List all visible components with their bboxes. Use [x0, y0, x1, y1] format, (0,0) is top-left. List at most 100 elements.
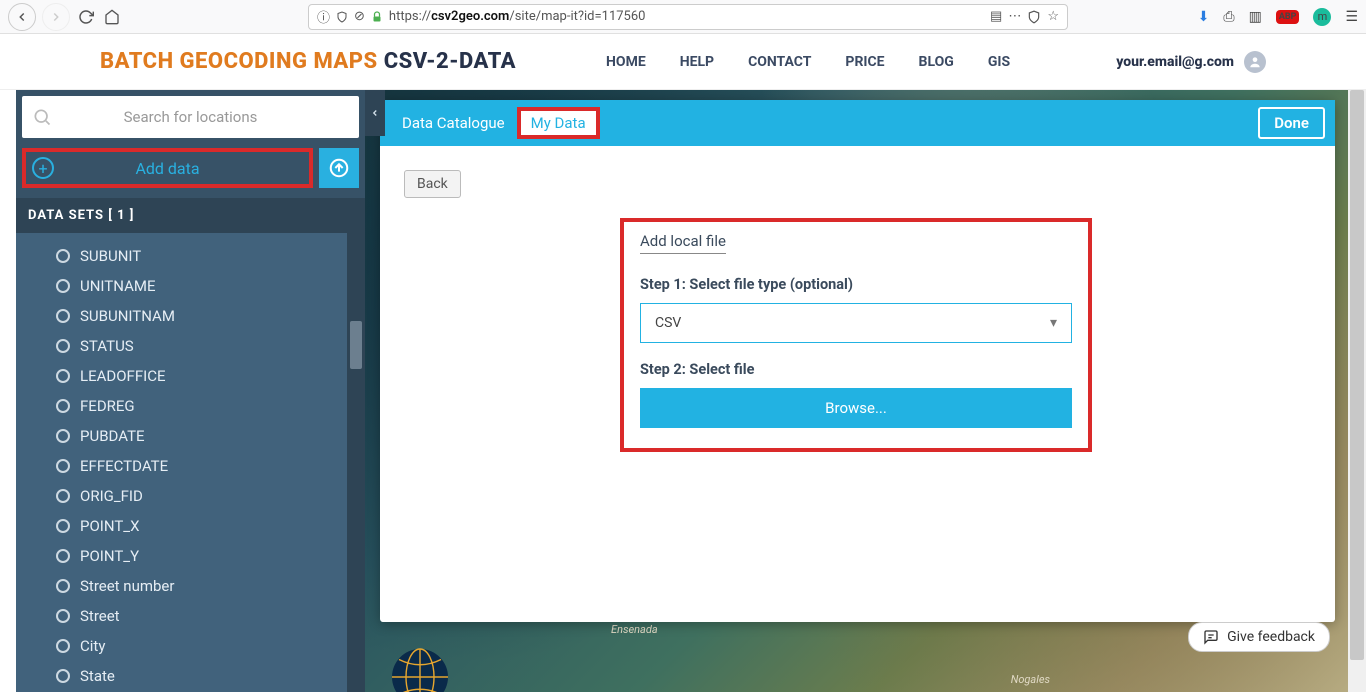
nav-help[interactable]: HELP [680, 54, 714, 70]
shield-icon [336, 11, 348, 23]
radio-icon[interactable] [56, 609, 70, 623]
list-item[interactable]: ORIG_FID [56, 481, 365, 511]
step1-label: Step 1: Select file type (optional) [640, 276, 1072, 293]
site-logo[interactable]: BATCH GEOCODING MAPS CSV-2-DATA [100, 49, 516, 74]
sidebar-icon[interactable]: ▥ [1249, 9, 1262, 25]
lock-icon [371, 11, 383, 23]
done-button[interactable]: Done [1258, 107, 1325, 139]
globe-logo-icon [385, 642, 455, 692]
search-icon [32, 107, 52, 127]
sidebar: Search for locations + Add data DATA SET… [16, 90, 365, 692]
main-nav: HOME HELP CONTACT PRICE BLOG GIS [606, 54, 1010, 70]
abp-icon[interactable]: ABP [1276, 10, 1300, 24]
radio-icon[interactable] [56, 279, 70, 293]
profile-badge-icon[interactable]: m [1313, 8, 1331, 26]
filetype-select[interactable]: CSV ▾ [640, 303, 1072, 343]
nav-home[interactable]: HOME [606, 54, 646, 70]
nav-blog[interactable]: BLOG [919, 54, 954, 70]
list-item[interactable]: PUBDATE [56, 421, 365, 451]
panel-title: Add local file [640, 232, 726, 254]
list-item[interactable]: FEDREG [56, 391, 365, 421]
feedback-button[interactable]: Give feedback [1188, 622, 1330, 652]
map-place-label: Ensenada [611, 623, 658, 636]
sidebar-collapse-button[interactable] [365, 90, 385, 136]
list-item[interactable]: LEADOFFICE [56, 361, 365, 391]
datasets-header[interactable]: DATA SETS [ 1 ] [16, 198, 365, 233]
site-header: BATCH GEOCODING MAPS CSV-2-DATA HOME HEL… [0, 34, 1366, 90]
radio-icon[interactable] [56, 399, 70, 413]
radio-icon[interactable] [56, 249, 70, 263]
list-item[interactable]: POINT_X [56, 511, 365, 541]
upload-button[interactable] [319, 148, 359, 188]
library-icon[interactable]: ⎙ [1223, 9, 1234, 25]
page-scrollbar-track[interactable] [1348, 90, 1366, 692]
browser-toolbar: ⓘ ⊘ https://csv2geo.com/site/map-it?id=1… [0, 0, 1366, 34]
list-item[interactable]: SUBUNIT [56, 241, 365, 271]
list-item[interactable]: SUBUNITNAM [56, 301, 365, 331]
filetype-value: CSV [655, 315, 681, 331]
info-icon: ⓘ [317, 7, 330, 26]
plus-icon: + [32, 157, 54, 179]
user-email: your.email@g.com [1116, 54, 1234, 70]
avatar-icon[interactable] [1244, 51, 1266, 73]
list-item[interactable]: EFFECTDATE [56, 451, 365, 481]
chevron-down-icon: ▾ [1050, 315, 1057, 331]
modal-tabbar: Data Catalogue My Data Done [380, 100, 1335, 146]
back-button[interactable]: Back [404, 170, 461, 198]
search-placeholder: Search for locations [124, 108, 258, 126]
radio-icon[interactable] [56, 579, 70, 593]
list-item[interactable]: STATUS [56, 331, 365, 361]
radio-icon[interactable] [56, 519, 70, 533]
add-data-button[interactable]: + Add data [22, 148, 313, 188]
home-button[interactable] [102, 7, 122, 27]
list-item[interactable]: State [56, 661, 365, 691]
radio-icon[interactable] [56, 459, 70, 473]
radio-icon[interactable] [56, 489, 70, 503]
nav-price[interactable]: PRICE [845, 54, 884, 70]
back-nav-button[interactable] [8, 3, 36, 31]
add-data-label: Add data [135, 159, 199, 178]
list-item[interactable]: POINT_Y [56, 541, 365, 571]
modal-body: Back Add local file Step 1: Select file … [380, 146, 1335, 622]
reader-icon[interactable]: ▤ [990, 9, 1002, 24]
browse-button[interactable]: Browse... [640, 388, 1072, 428]
reload-button[interactable] [76, 7, 96, 27]
list-item[interactable]: Street number [56, 571, 365, 601]
radio-icon[interactable] [56, 429, 70, 443]
radio-icon[interactable] [56, 309, 70, 323]
list-item[interactable]: UNITNAME [56, 271, 365, 301]
tab-my-data[interactable]: My Data [517, 107, 600, 139]
menu-icon[interactable]: ☰ [1345, 9, 1358, 25]
map-canvas[interactable]: Ensenada Nogales Data Catalogue My Data … [365, 90, 1350, 692]
dataset-field-list: SUBUNIT UNITNAME SUBUNITNAM STATUS LEADO… [16, 233, 365, 692]
dots-icon[interactable]: ⋯ [1008, 9, 1021, 24]
chat-icon [1203, 629, 1219, 645]
chrome-right-icons: ⬇ ⎙ ▥ ABP m ☰ [1198, 8, 1358, 26]
feedback-label: Give feedback [1227, 629, 1315, 645]
data-modal: Data Catalogue My Data Done Back Add loc… [380, 100, 1335, 622]
radio-icon[interactable] [56, 549, 70, 563]
forward-nav-button [42, 3, 70, 31]
protection-icon[interactable] [1027, 10, 1041, 24]
list-item[interactable]: Street [56, 601, 365, 631]
user-area[interactable]: your.email@g.com [1116, 51, 1266, 73]
app-body: Search for locations + Add data DATA SET… [16, 90, 1350, 692]
search-input[interactable]: Search for locations [22, 96, 359, 138]
downloads-icon[interactable]: ⬇ [1198, 9, 1210, 25]
url-text: https://csv2geo.com/site/map-it?id=11756… [389, 9, 984, 24]
bookmark-star-icon[interactable]: ☆ [1047, 9, 1059, 24]
radio-icon[interactable] [56, 669, 70, 683]
step2-label: Step 2: Select file [640, 361, 1072, 378]
page-scrollbar-thumb[interactable] [1350, 90, 1364, 660]
nav-contact[interactable]: CONTACT [748, 54, 811, 70]
nav-gis[interactable]: GIS [988, 54, 1010, 70]
radio-icon[interactable] [56, 369, 70, 383]
list-item[interactable]: City [56, 631, 365, 661]
tab-data-catalogue[interactable]: Data Catalogue [390, 108, 517, 138]
list-scrollbar-thumb[interactable] [350, 321, 362, 369]
list-scrollbar-track[interactable] [347, 233, 365, 692]
map-place-label: Nogales [1011, 673, 1050, 686]
url-bar[interactable]: ⓘ ⊘ https://csv2geo.com/site/map-it?id=1… [308, 4, 1068, 30]
radio-icon[interactable] [56, 639, 70, 653]
radio-icon[interactable] [56, 339, 70, 353]
